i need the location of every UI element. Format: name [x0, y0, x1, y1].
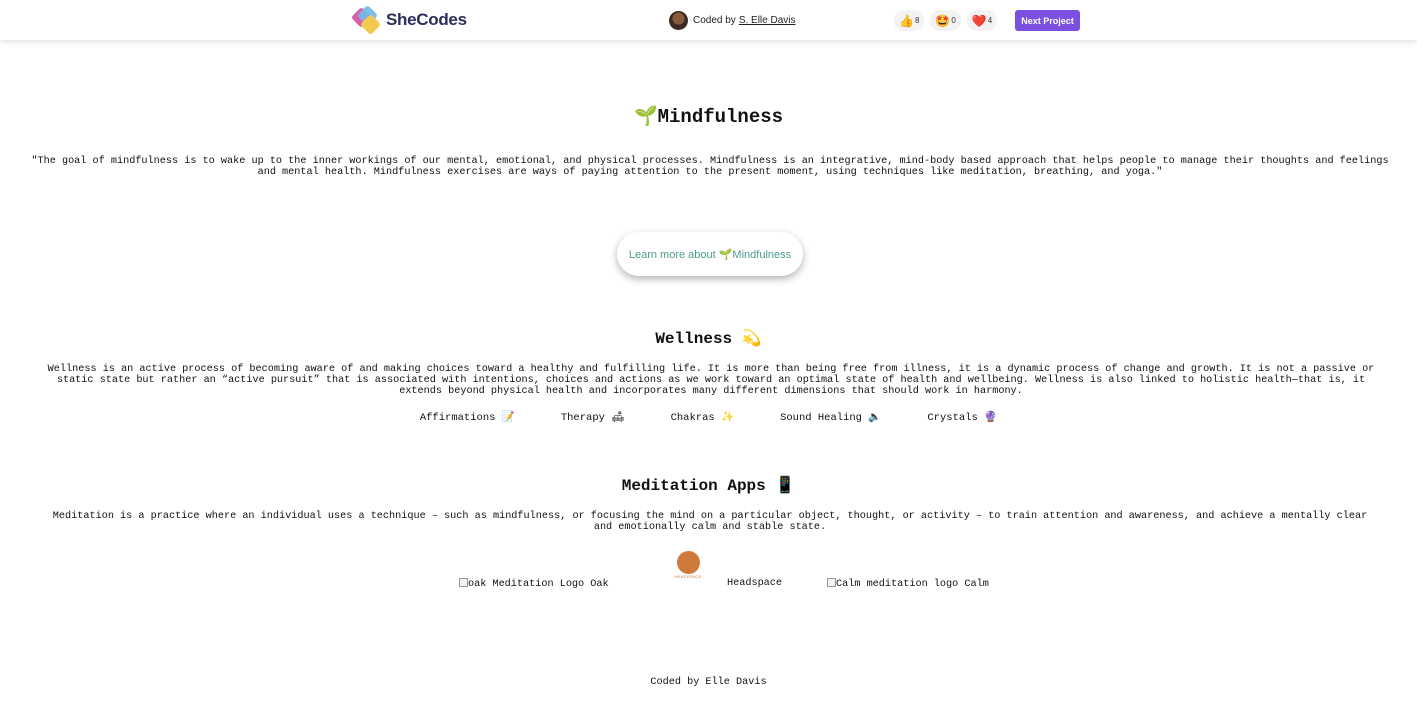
broken-image-icon	[827, 578, 836, 587]
link-therapy[interactable]: Therapy 🛋	[561, 410, 625, 424]
page-title: 🌱Mindfulness	[633, 106, 784, 128]
link-chakras[interactable]: Chakras ✨	[671, 410, 734, 424]
headspace-logo[interactable]: HEADSPACE	[669, 549, 707, 579]
headspace-logo-text: HEADSPACE	[674, 574, 702, 579]
meditation-heading: Meditation Apps 📱	[621, 477, 796, 495]
shecodes-logo-icon	[350, 4, 384, 36]
wellness-links: Affirmations 📝 Therapy 🛋 Chakras ✨ Sound…	[0, 410, 1417, 424]
learn-more-button[interactable]: Learn more about 🌱Mindfulness	[617, 232, 803, 276]
reaction-star-struck[interactable]: 🤩 0	[930, 10, 961, 31]
oak-logo-alt: oak Meditation Logo	[468, 579, 585, 590]
app-calm-link[interactable]: Calm meditation logo Calm	[827, 578, 989, 590]
link-crystals[interactable]: Crystals 🔮	[927, 410, 997, 424]
mindfulness-quote: "The goal of mindfulness is to wake up t…	[31, 156, 1389, 178]
calm-logo-alt: Calm meditation logo	[836, 579, 959, 590]
link-affirmations[interactable]: Affirmations 📝	[420, 410, 515, 424]
avatar	[669, 11, 688, 30]
star-struck-icon: 🤩	[935, 13, 951, 28]
reactions: 👍 8 🤩 0 ❤️ 4	[894, 10, 998, 31]
meditation-apps: oak Meditation Logo Oak HEADSPACE Headsp…	[0, 549, 1417, 590]
app-oak-link[interactable]: oak Meditation Logo Oak	[459, 578, 609, 590]
calm-name: Calm	[964, 579, 989, 590]
reaction-count: 4	[987, 16, 993, 25]
coder-info: Coded by S. Elle Davis	[669, 11, 796, 30]
reaction-count: 8	[914, 16, 920, 25]
reaction-heart[interactable]: ❤️ 4	[966, 10, 998, 31]
next-project-button[interactable]: Next Project	[1015, 10, 1080, 31]
app-headspace-link[interactable]: Headspace	[727, 578, 782, 589]
reaction-count: 0	[951, 16, 956, 25]
heart-icon: ❤️	[971, 13, 987, 28]
reaction-thumbs-up[interactable]: 👍 8	[894, 10, 925, 31]
top-bar: SheCodes Coded by S. Elle Davis 👍 8 🤩 0 …	[0, 0, 1417, 40]
headspace-circle-icon	[676, 551, 700, 574]
oak-name: Oak	[590, 579, 609, 590]
footer-credit: Coded by Elle Davis	[650, 677, 767, 688]
coder-name-link[interactable]: S. Elle Davis	[739, 15, 796, 26]
wellness-description: Wellness is an active process of becomin…	[47, 364, 1375, 397]
coded-by-label: Coded by	[693, 15, 736, 26]
link-sound-healing[interactable]: Sound Healing 🔈	[780, 410, 881, 424]
thumbs-up-icon: 👍	[899, 13, 914, 28]
shecodes-logo[interactable]: SheCodes	[350, 4, 467, 36]
meditation-description: Meditation is a practice where an indivi…	[52, 511, 1368, 533]
logo-text: SheCodes	[386, 10, 467, 29]
wellness-heading: Wellness 💫	[655, 330, 762, 348]
broken-image-icon	[459, 578, 468, 587]
